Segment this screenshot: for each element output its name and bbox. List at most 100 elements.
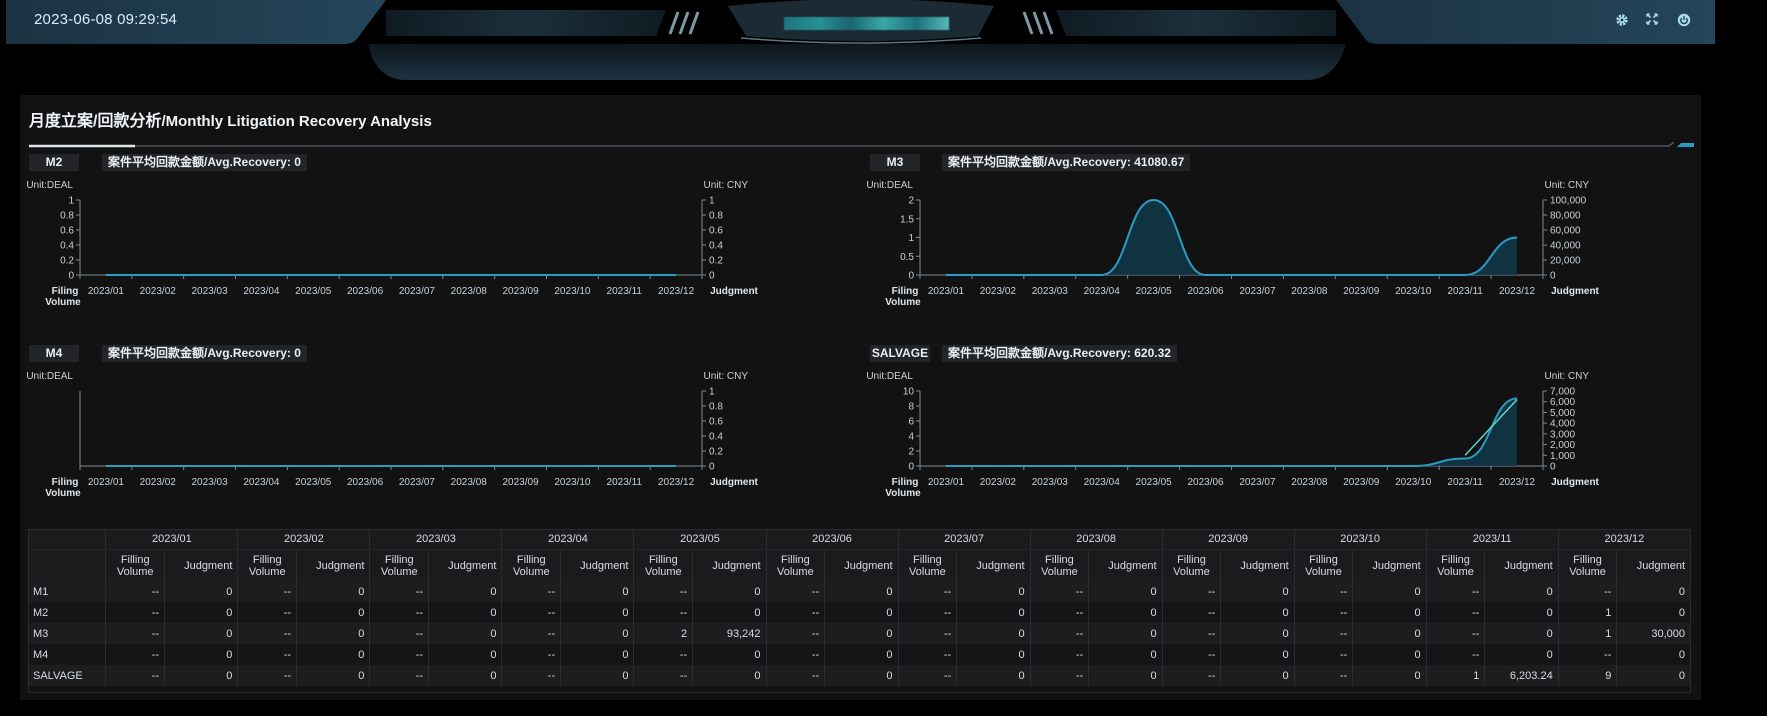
right-tick-label: 20,000 bbox=[1550, 256, 1581, 267]
table-cell: -- bbox=[1426, 602, 1486, 623]
table-cell: -- bbox=[1162, 623, 1222, 644]
table-cell: 0 bbox=[1352, 602, 1427, 623]
table-cell: 1 bbox=[1558, 623, 1618, 644]
left-tick-label: 0 bbox=[68, 271, 74, 282]
table-cell: -- bbox=[237, 644, 298, 665]
left-tick-label: 0.5 bbox=[900, 252, 914, 263]
table-row-label: M4 bbox=[28, 644, 107, 665]
right-tick-label: 0.6 bbox=[709, 226, 723, 237]
table-cell: -- bbox=[1426, 623, 1486, 644]
chart-salvage-avg-label: 案件平均回款金额/Avg.Recovery: 620.32 bbox=[942, 345, 1177, 362]
chart-m2-avg-label: 案件平均回款金额/Avg.Recovery: 0 bbox=[102, 154, 307, 171]
table-month-header: 2023/04 bbox=[501, 529, 635, 550]
table-cell: 0 bbox=[1088, 581, 1163, 602]
table-cell: 0 bbox=[296, 581, 371, 602]
right-tick-label: 0.4 bbox=[709, 241, 723, 252]
x-axis-name-left: Filing bbox=[52, 286, 79, 297]
company-logo bbox=[784, 17, 949, 30]
table-cell: -- bbox=[1558, 644, 1618, 665]
right-tick-label: 0.2 bbox=[709, 256, 723, 267]
title-underline bbox=[29, 142, 1694, 148]
right-tick-label: 60,000 bbox=[1550, 226, 1581, 237]
table-cell: 0 bbox=[1352, 623, 1427, 644]
table-month-header: 2023/12 bbox=[1558, 529, 1692, 550]
table-cell: 0 bbox=[428, 665, 503, 686]
left-unit-label: Unit:DEAL bbox=[866, 180, 913, 191]
table-filling-volume-header: Filling Volume bbox=[369, 549, 430, 581]
table-cell: 0 bbox=[296, 665, 371, 686]
table-cell: -- bbox=[105, 623, 166, 644]
table-cell: -- bbox=[237, 581, 298, 602]
table-cell: 0 bbox=[692, 665, 767, 686]
table-cell: 0 bbox=[1088, 602, 1163, 623]
filing-volume-line bbox=[945, 198, 1518, 276]
table-cell: -- bbox=[766, 623, 826, 644]
left-tick-label: 1.5 bbox=[900, 214, 914, 225]
chart-salvage-badge: SALVAGE bbox=[870, 345, 930, 362]
table-month-header: 2023/10 bbox=[1294, 529, 1427, 550]
x-category-label: 2023/04 bbox=[1084, 286, 1121, 297]
table-cell: -- bbox=[237, 602, 298, 623]
table-month-header: 2023/02 bbox=[237, 529, 371, 550]
left-tick-label: 0 bbox=[908, 271, 914, 282]
table-cell: -- bbox=[1426, 581, 1486, 602]
table-row: M1 -- 0 -- 0 -- 0 -- 0 -- 0 -- 0 -- 0 -- 0 -- 0 -- 0 -- 0 -- 0 bbox=[28, 581, 1691, 602]
right-tick-label: 3,000 bbox=[1550, 429, 1575, 440]
right-tick-label: 5,000 bbox=[1550, 408, 1575, 419]
table-cell: 0 bbox=[164, 665, 239, 686]
table-cell: 0 bbox=[824, 623, 899, 644]
table-cell: 0 bbox=[1352, 644, 1427, 665]
chart-m3-avg-label: 案件平均回款金额/Avg.Recovery: 41080.67 bbox=[942, 154, 1191, 171]
x-axis-name-right: Judgment bbox=[1551, 286, 1599, 297]
panel-title-en: /Monthly Litigation Recovery Analysis bbox=[161, 113, 432, 130]
fullscreen-icon[interactable] bbox=[1646, 13, 1662, 29]
chart-m4-badge: M4 bbox=[29, 345, 79, 362]
table-judgment-header: Judgment bbox=[1220, 549, 1295, 581]
table-judgment-header: Judgment bbox=[1352, 549, 1427, 581]
filing-volume-area bbox=[945, 200, 1518, 275]
left-tick-label: 1 bbox=[908, 233, 914, 244]
table-cell: 0 bbox=[1484, 623, 1559, 644]
table-cell: 2 bbox=[633, 623, 694, 644]
table-cell: -- bbox=[237, 623, 298, 644]
left-unit-label: Unit:DEAL bbox=[866, 371, 913, 382]
x-category-label: 2023/10 bbox=[1395, 477, 1432, 488]
left-tick-label: 0.6 bbox=[60, 226, 74, 237]
table-cell: 0 bbox=[1088, 665, 1163, 686]
table-month-header: 2023/08 bbox=[1030, 529, 1163, 550]
x-category-label: 2023/09 bbox=[1343, 477, 1380, 488]
x-category-label: 2023/06 bbox=[347, 286, 384, 297]
right-tick-label: 1 bbox=[709, 196, 715, 207]
x-axis-name-left: Volume bbox=[885, 488, 921, 499]
table-cell: 0 bbox=[1616, 581, 1691, 602]
x-category-label: 2023/11 bbox=[607, 286, 643, 297]
table-cell: -- bbox=[633, 644, 694, 665]
table-cell: 1 bbox=[1558, 602, 1618, 623]
table-month-header: 2023/03 bbox=[369, 529, 503, 550]
x-category-label: 2023/02 bbox=[980, 477, 1017, 488]
right-unit-label: Unit: CNY bbox=[704, 180, 749, 191]
table-cell: 0 bbox=[824, 581, 899, 602]
x-category-label: 2023/11 bbox=[1447, 286, 1483, 297]
table-cell: -- bbox=[766, 665, 826, 686]
right-tick-label: 0.2 bbox=[709, 447, 723, 458]
table-corner-cell bbox=[28, 529, 107, 550]
table-cell: 0 bbox=[560, 665, 635, 686]
table-cell: 0 bbox=[1484, 644, 1559, 665]
table-judgment-header: Judgment bbox=[1484, 549, 1559, 581]
table-cell: 1 bbox=[1426, 665, 1486, 686]
right-tick-label: 0 bbox=[1550, 462, 1556, 473]
table-month-header: 2023/01 bbox=[105, 529, 239, 550]
table-filling-volume-header: Filling Volume bbox=[1426, 549, 1486, 581]
table-month-header: 2023/11 bbox=[1426, 529, 1559, 550]
chart-m3-badge: M3 bbox=[870, 154, 920, 171]
table-judgment-header: Judgment bbox=[1616, 549, 1691, 581]
power-icon[interactable] bbox=[1677, 13, 1693, 29]
table-month-header: 2023/07 bbox=[898, 529, 1031, 550]
gear-icon[interactable] bbox=[1615, 13, 1631, 29]
filing-volume-line bbox=[945, 397, 1518, 467]
right-tick-label: 7,000 bbox=[1550, 387, 1575, 398]
header-decoration bbox=[6, 0, 1715, 80]
right-unit-label: Unit: CNY bbox=[704, 371, 749, 382]
table-cell: 30,000 bbox=[1616, 623, 1691, 644]
